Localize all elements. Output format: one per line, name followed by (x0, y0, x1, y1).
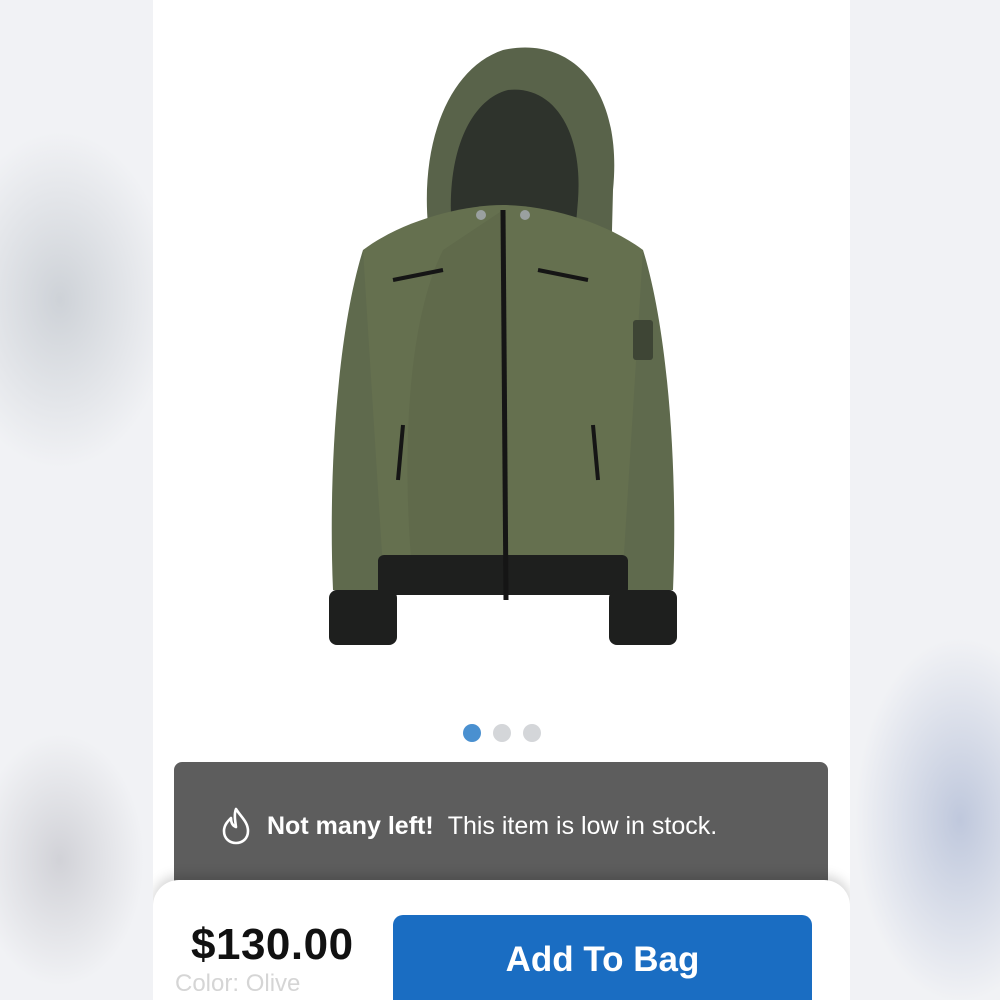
flame-icon (222, 807, 250, 845)
stock-detail: This item is low in stock. (447, 811, 718, 840)
price-label: $130.00 (191, 920, 354, 969)
product-page: Not many left! This item is low in stock… (153, 0, 850, 1000)
product-image[interactable] (293, 30, 713, 670)
stock-headline: Not many left! (267, 811, 434, 840)
carousel-dot-2[interactable] (492, 724, 511, 742)
add-to-bag-button[interactable]: Add To Bag (393, 915, 812, 1000)
purchase-bar: $130.00 Color: Olive Add To Bag (153, 880, 850, 1000)
carousel-dot-1[interactable] (462, 724, 481, 742)
carousel-dot-3[interactable] (522, 724, 541, 742)
color-label: Color: Olive (175, 970, 301, 997)
carousel-dots (153, 724, 850, 744)
low-stock-message: Not many left! This item is low in stock… (219, 806, 717, 846)
